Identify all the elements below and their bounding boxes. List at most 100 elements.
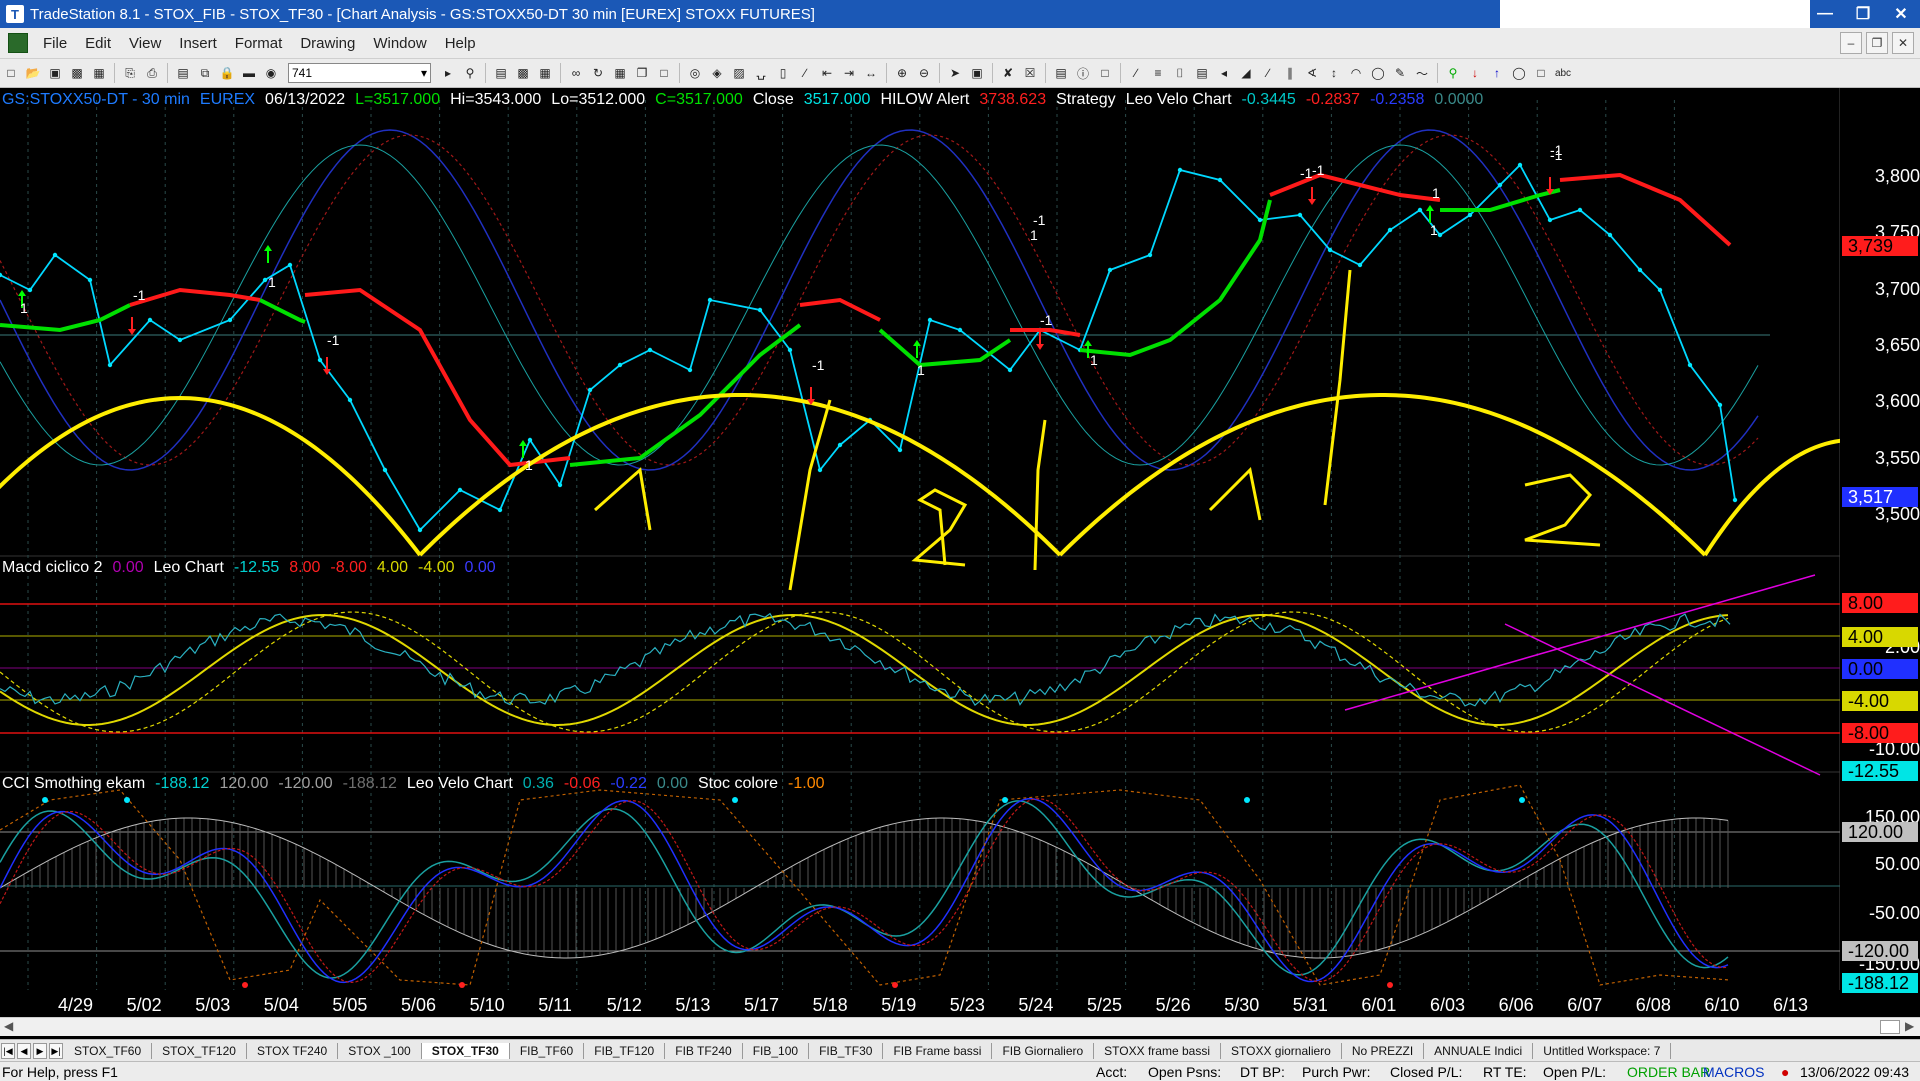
workspace-tab[interactable]: FIB Giornaliero bbox=[992, 1043, 1095, 1059]
maximize-button[interactable]: ❐ bbox=[1844, 0, 1882, 28]
scroll-thumb[interactable] bbox=[1880, 1020, 1900, 1034]
workspace-tab[interactable]: No PREZZI bbox=[1342, 1043, 1425, 1059]
chart-area[interactable]: 1 -1 1 -1 1 -1 1 -1 1 -1 1 -1 1 -1 -1 1 -1 bbox=[0, 88, 1920, 1023]
workspace-tab[interactable]: FIB TF240 bbox=[665, 1043, 743, 1059]
clipboard-icon[interactable]: ▬ bbox=[241, 65, 257, 81]
cycle-icon[interactable]: ◯ bbox=[1370, 65, 1386, 81]
speed-lines-icon[interactable]: ◂ bbox=[1216, 65, 1232, 81]
candle-icon[interactable]: ▯ bbox=[775, 65, 791, 81]
trendline-icon[interactable]: ∕ bbox=[1128, 65, 1144, 81]
workspace-tab[interactable]: STOX_TF30 bbox=[421, 1043, 510, 1059]
cursor-data-icon[interactable]: ▣ bbox=[969, 65, 985, 81]
minimize-button[interactable]: — bbox=[1806, 0, 1844, 28]
radar-icon[interactable]: ◎ bbox=[687, 65, 703, 81]
scroll-right-arrow-icon[interactable]: ▶ bbox=[1905, 1019, 1914, 1033]
export-icon[interactable]: ▤ bbox=[1053, 65, 1069, 81]
window-tile-icon[interactable]: □ bbox=[656, 65, 672, 81]
grid-icon[interactable]: ▦ bbox=[612, 65, 628, 81]
ellipse-icon[interactable]: ◯ bbox=[1511, 65, 1527, 81]
open-icon[interactable]: 📂 bbox=[25, 65, 41, 81]
info-icon[interactable]: ⓘ bbox=[1075, 65, 1091, 81]
text-icon[interactable]: abc bbox=[1555, 65, 1571, 81]
tab-last-icon[interactable]: ▶| bbox=[49, 1043, 63, 1059]
symbol-combo[interactable]: 741 ▾ bbox=[288, 63, 431, 83]
mdi-minimize-button[interactable]: – bbox=[1840, 32, 1862, 54]
workspace-tab[interactable]: ANNUALE Indici bbox=[1424, 1043, 1534, 1059]
measure-icon[interactable]: ↕ bbox=[1326, 65, 1342, 81]
bar-chart-icon[interactable]: ▤ bbox=[493, 65, 509, 81]
play-icon[interactable]: ▸ bbox=[440, 65, 456, 81]
pencil-icon[interactable]: ✎ bbox=[1392, 65, 1408, 81]
print-icon[interactable]: ⎘ bbox=[122, 65, 138, 81]
workspace-tab[interactable]: STOX_TF120 bbox=[152, 1043, 247, 1059]
order-bar-indicator[interactable]: ORDER BAR bbox=[1627, 1064, 1710, 1080]
menu-edit[interactable]: Edit bbox=[76, 35, 120, 52]
vertical-lines-icon[interactable]: ⌷ bbox=[1172, 65, 1188, 81]
refresh-icon[interactable]: ↻ bbox=[590, 65, 606, 81]
menu-view[interactable]: View bbox=[120, 35, 170, 52]
gann-fan-icon[interactable]: ◢ bbox=[1238, 65, 1254, 81]
bar-type-icon[interactable]: ⍽ bbox=[753, 65, 769, 81]
link-icon[interactable]: ∞ bbox=[568, 65, 584, 81]
tools-icon[interactable]: ✘ bbox=[1000, 65, 1016, 81]
workspace-tab[interactable]: FIB_TF120 bbox=[584, 1043, 666, 1059]
matrix-icon[interactable]: ▨ bbox=[731, 65, 747, 81]
workspace-tab[interactable]: Untitled Workspace: 7 bbox=[1533, 1043, 1672, 1059]
copy-icon[interactable]: ⧉ bbox=[197, 65, 213, 81]
workspace-tab[interactable]: STOX TF240 bbox=[247, 1043, 339, 1059]
workspace-tab[interactable]: FIB_100 bbox=[743, 1043, 810, 1059]
scroll-right-icon[interactable]: ⇥ bbox=[841, 65, 857, 81]
search-icon[interactable]: ⚲ bbox=[462, 65, 478, 81]
zoom-out-icon[interactable]: ⊖ bbox=[916, 65, 932, 81]
menu-help[interactable]: Help bbox=[436, 35, 485, 52]
new-icon[interactable]: □ bbox=[3, 65, 19, 81]
blank-icon[interactable]: □ bbox=[1097, 65, 1113, 81]
menu-file[interactable]: File bbox=[34, 35, 76, 52]
scroll-left-arrow-icon[interactable]: ◀ bbox=[4, 1019, 13, 1033]
workspace-tab[interactable]: STOX_TF60 bbox=[64, 1043, 153, 1059]
chart-doc-icon[interactable] bbox=[8, 33, 28, 53]
menu-drawing[interactable]: Drawing bbox=[291, 35, 364, 52]
tab-prev-icon[interactable]: ◀ bbox=[17, 1043, 31, 1059]
mdi-restore-button[interactable]: ❐ bbox=[1866, 32, 1888, 54]
menu-format[interactable]: Format bbox=[226, 35, 292, 52]
print-preview-icon[interactable]: ⎙ bbox=[144, 65, 160, 81]
window-icon[interactable]: ▤ bbox=[175, 65, 191, 81]
indicator-icon[interactable]: ▩ bbox=[515, 65, 531, 81]
fibonacci-icon[interactable]: ▤ bbox=[1194, 65, 1210, 81]
rectangle-icon[interactable]: □ bbox=[1533, 65, 1549, 81]
globe-icon[interactable]: ◉ bbox=[263, 65, 279, 81]
price-axis[interactable]: 3,800 3,750 3,700 3,650 3,600 3,550 3,50… bbox=[1840, 88, 1920, 1023]
channel-icon[interactable]: ∥ bbox=[1282, 65, 1298, 81]
pointer-icon[interactable]: ➤ bbox=[947, 65, 963, 81]
macros-indicator[interactable]: MACROS bbox=[1703, 1064, 1764, 1080]
horizontal-lines-icon[interactable]: ≡ bbox=[1150, 65, 1166, 81]
options-icon[interactable]: ◈ bbox=[709, 65, 725, 81]
window-cascade-icon[interactable]: ❐ bbox=[634, 65, 650, 81]
arrow-down-icon[interactable]: ↓ bbox=[1467, 65, 1483, 81]
close-button[interactable]: ✕ bbox=[1882, 0, 1920, 28]
menu-window[interactable]: Window bbox=[364, 35, 435, 52]
menu-insert[interactable]: Insert bbox=[170, 35, 226, 52]
workspace-tab[interactable]: FIB Frame bassi bbox=[883, 1043, 993, 1059]
line-chart-icon[interactable]: ∕ bbox=[797, 65, 813, 81]
save-icon[interactable]: ▩ bbox=[69, 65, 85, 81]
arrow-up-icon[interactable]: ⚲ bbox=[1445, 65, 1461, 81]
horizontal-scrollbar[interactable]: ◀ ▶ bbox=[0, 1017, 1920, 1036]
save-all-icon[interactable]: ▦ bbox=[91, 65, 107, 81]
zoom-in-icon[interactable]: ⊕ bbox=[894, 65, 910, 81]
lock-icon[interactable]: 🔒 bbox=[219, 65, 235, 81]
fib-fan-icon[interactable]: ∢ bbox=[1304, 65, 1320, 81]
strategy-icon[interactable]: ▦ bbox=[537, 65, 553, 81]
open-workspace-icon[interactable]: ▣ bbox=[47, 65, 63, 81]
arrow-up-blue-icon[interactable]: ↑ bbox=[1489, 65, 1505, 81]
tab-next-icon[interactable]: ▶ bbox=[33, 1043, 47, 1059]
workspace-tab[interactable]: FIB_TF60 bbox=[510, 1043, 585, 1059]
mdi-close-button[interactable]: ✕ bbox=[1892, 32, 1914, 54]
fib-arc-icon[interactable]: ◠ bbox=[1348, 65, 1364, 81]
scroll-left-icon[interactable]: ⇤ bbox=[819, 65, 835, 81]
freehand-icon[interactable]: 〜 bbox=[1414, 65, 1430, 81]
properties-icon[interactable]: ☒ bbox=[1022, 65, 1038, 81]
workspace-tab[interactable]: STOXX frame bassi bbox=[1094, 1043, 1221, 1059]
workspace-tab[interactable]: STOXX giornaliero bbox=[1221, 1043, 1342, 1059]
